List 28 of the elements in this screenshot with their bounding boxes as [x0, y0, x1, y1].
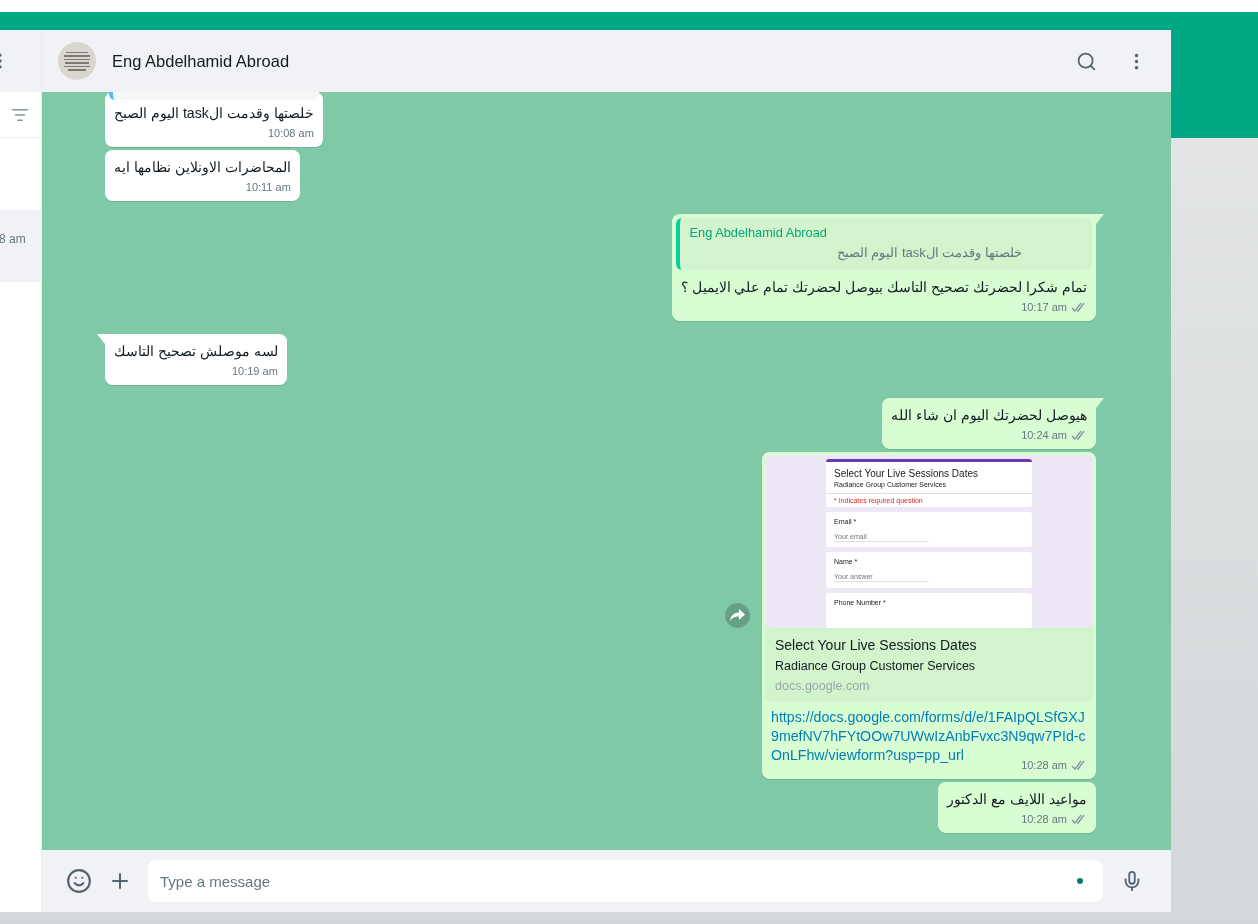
form-title: Select Your Live Sessions Dates [833, 467, 979, 480]
quote-text: خلصتها وقدمت الtask اليوم الصبح [835, 244, 1023, 263]
search-icon[interactable] [1076, 50, 1097, 72]
quote-author: Eng Abdelhamid Abroad [689, 224, 828, 242]
message-text: تمام شكرا لحضرتك تصحيح التاسك بيوصل لحضرتك تمام علي الايميل ؟ [680, 278, 1087, 297]
forward-arrow-icon [730, 609, 745, 622]
link-title: Select Your Live Sessions Dates [775, 636, 978, 655]
message-time: 10:28 am [1021, 758, 1067, 773]
message-time: 10:08 am [267, 126, 314, 141]
link-description: Radiance Group Customer Services [775, 658, 977, 675]
message-time: 10:19 am [231, 364, 278, 379]
message-text: مواعيد اللايف مع الدكتور [947, 790, 1087, 809]
link-domain: docs.google.com [775, 678, 871, 695]
message-text: المحاضرات الاونلاين نظامها ايه [114, 158, 291, 177]
contact-name: Eng Abdelhamid Abroad [112, 50, 290, 72]
message-time: 10:28 am [1021, 812, 1067, 827]
chat-time: 8 am [0, 231, 27, 248]
message-text: لسه موصلش تصحيح التاسك [114, 342, 278, 361]
chat-list-item[interactable]: 8 am [0, 210, 41, 282]
message-time: 10:24 am [1021, 428, 1067, 443]
message-time: 10:17 am [1021, 300, 1067, 315]
message-input[interactable]: Type a message [148, 860, 1103, 902]
contact-avatar [58, 42, 96, 80]
message-time: 10:11 am [245, 180, 291, 195]
message-text: خلصتها وقدمت الtask اليوم الصبح [114, 104, 314, 123]
emoji-icon[interactable] [66, 868, 92, 894]
message-text: هيوصل لحضرتك اليوم ان شاء الله [891, 406, 1087, 425]
forward-button[interactable] [725, 603, 750, 628]
